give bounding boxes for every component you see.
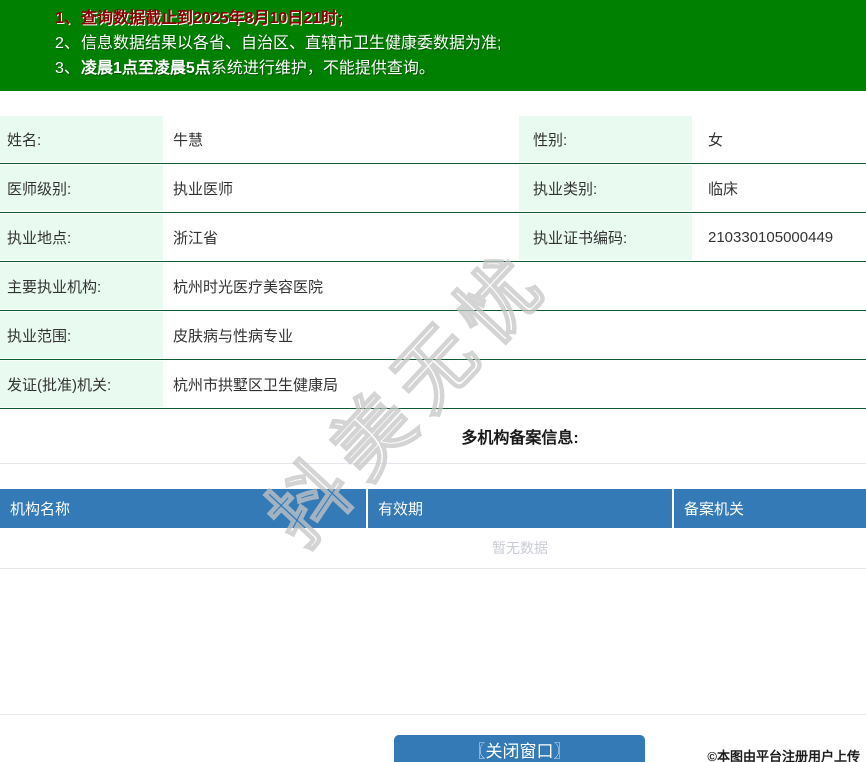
field-label-main-institution: 主要执业机构:	[0, 263, 163, 309]
records-empty-state: 暂无数据	[0, 528, 866, 569]
notice-3-maintenance-window: 凌晨1点至凌晨5点	[81, 60, 211, 77]
notice-2-text: 信息数据结果以各省、自治区、直辖市卫生健康委数据为准;	[81, 35, 502, 52]
table-row: 主要执业机构: 杭州时光医疗美容医院	[0, 262, 866, 311]
notice-3-text: 系统进行维护，不能提供查询。	[210, 60, 435, 77]
notice-line-1: 1、查询数据截止到2025年8月10日21时;	[55, 6, 866, 31]
field-label-practice-category: 执业类别:	[519, 165, 692, 211]
table-row: 执业范围: 皮肤病与性病专业	[0, 311, 866, 360]
field-label-name: 姓名:	[0, 116, 163, 162]
query-result-page: 1、查询数据截止到2025年8月10日21时; 2、信息数据结果以各省、自治区、…	[0, 0, 866, 762]
upload-credit-text: ©本图由平台注册用户上传	[707, 749, 860, 762]
page-content: 1、查询数据截止到2025年8月10日21时; 2、信息数据结果以各省、自治区、…	[0, 0, 866, 569]
field-label-doctor-level: 医师级别:	[0, 165, 163, 211]
field-label-gender: 性别:	[519, 116, 692, 162]
notice-line-2: 2、信息数据结果以各省、自治区、直辖市卫生健康委数据为准;	[55, 31, 866, 56]
notice-1-suffix: ;	[337, 10, 343, 27]
doctor-detail-table: 姓名: 牛慧 性别: 女 医师级别: 执业医师 执业类别: 临床 执业地点: 浙…	[0, 115, 866, 409]
column-header-validity-period: 有效期	[368, 489, 672, 528]
notice-line-3: 3、凌晨1点至凌晨5点系统进行维护，不能提供查询。	[55, 56, 866, 81]
field-label-practice-scope: 执业范围:	[0, 312, 163, 358]
table-row: 执业地点: 浙江省 执业证书编码: 210330105000449	[0, 213, 866, 262]
multi-institution-section-header: 多机构备案信息:	[0, 409, 866, 464]
table-row: 医师级别: 执业医师 执业类别: 临床	[0, 164, 866, 213]
notice-banner: 1、查询数据截止到2025年8月10日21时; 2、信息数据结果以各省、自治区、…	[0, 0, 866, 91]
field-value-issuing-authority: 杭州市拱墅区卫生健康局	[173, 376, 339, 394]
field-value-practice-category: 临床	[708, 180, 739, 198]
notice-number-1: 1、	[55, 10, 80, 27]
field-value-name: 牛慧	[173, 131, 204, 149]
field-value-certificate-number: 210330105000449	[708, 228, 834, 246]
field-value-main-institution: 杭州时光医疗美容医院	[173, 278, 324, 296]
table-row: 发证(批准)机关: 杭州市拱墅区卫生健康局	[0, 360, 866, 409]
field-value-practice-scope: 皮肤病与性病专业	[173, 327, 294, 345]
column-header-record-authority: 备案机关	[674, 489, 866, 528]
notice-1-deadline: 2025年8月10日21时	[193, 10, 338, 27]
notice-number-3: 3、	[55, 60, 80, 77]
field-label-issuing-authority: 发证(批准)机关:	[0, 361, 163, 407]
table-row: 姓名: 牛慧 性别: 女	[0, 115, 866, 164]
field-value-practice-location: 浙江省	[173, 229, 219, 247]
field-label-certificate-number: 执业证书编码:	[519, 214, 692, 260]
field-label-practice-location: 执业地点:	[0, 214, 163, 260]
column-header-institution-name: 机构名称	[0, 489, 366, 528]
notice-number-2: 2、	[55, 35, 80, 52]
field-value-doctor-level: 执业医师	[173, 180, 234, 198]
bottom-divider	[0, 714, 866, 715]
close-window-button[interactable]: 〖关闭窗口〗	[394, 735, 645, 762]
section-title: 多机构备案信息:	[461, 430, 579, 447]
notice-1-prefix: 查询数据截止到	[81, 10, 194, 27]
field-value-gender: 女	[708, 131, 724, 149]
records-table-header: 机构名称 有效期 备案机关	[0, 489, 866, 528]
